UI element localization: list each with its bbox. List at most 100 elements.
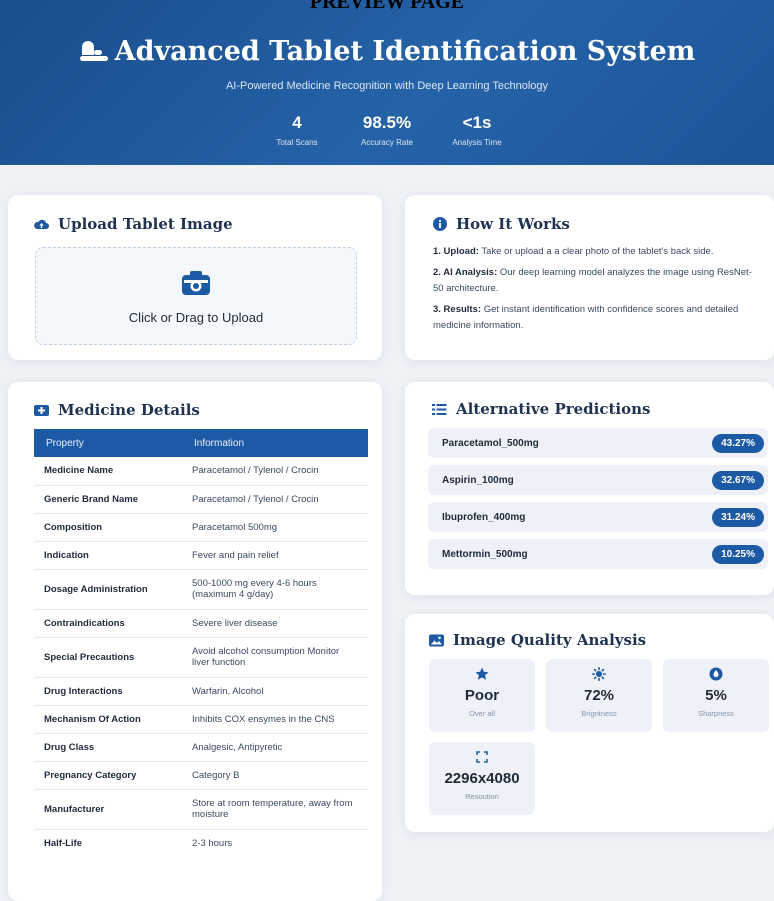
steps-list: 1. Upload: Take or upload a a clear phot…	[433, 244, 761, 339]
property-cell: Generic Brand Name	[34, 485, 182, 514]
expand-icon	[476, 751, 488, 763]
details-table: Property Information Medicine Name Parace…	[34, 429, 368, 857]
app-title: Advanced Tablet Identification System	[0, 36, 774, 67]
quality-label: Brigntness	[581, 709, 617, 718]
info-cell: Category B	[182, 761, 368, 790]
prediction-name: Ibuprofen_400mg	[442, 511, 526, 523]
table-header-row: Property Information	[34, 429, 368, 457]
quality-value: 5%	[705, 687, 727, 704]
step-upload: 1. Upload: Take or upload a a clear phot…	[433, 244, 761, 260]
stat-accuracy-rate: 98.5% Accuracy Rate	[359, 113, 415, 147]
table-row: Half-Life 2-3 hours	[34, 829, 368, 857]
star-icon	[475, 667, 489, 680]
pills-icon	[79, 40, 108, 61]
step-text: Take or upload a a clear photo of the ta…	[481, 246, 714, 257]
property-cell: Composition	[34, 513, 182, 542]
step-label: 1. Upload:	[433, 246, 479, 257]
quality-tile-sharpness: 5% Sharpness	[663, 659, 769, 732]
preview-label: PREVIEW PAGE	[309, 0, 465, 13]
quality-icon-wrap	[429, 750, 535, 764]
details-card-title: Medicine Details	[34, 401, 200, 419]
info-cell: Paracetamol / Tylenol / Crocin	[182, 485, 368, 514]
quality-tile-resolution: 2296x4080 Resoution	[429, 742, 535, 815]
info-cell: Severe liver disease	[182, 609, 368, 638]
property-cell: Indication	[34, 541, 182, 570]
quality-label: Sharpness	[698, 709, 734, 718]
table-row: Dosage Administration 500-1000 mg every 4…	[34, 569, 368, 610]
hero-header: Advanced Tablet Identification System AI…	[0, 0, 774, 165]
app-title-text: Advanced Tablet Identification System	[114, 36, 696, 67]
stat-total-scans: 4 Total Scans	[269, 113, 325, 147]
property-cell: Half-Life	[44, 837, 82, 849]
predictions-list: Paracetamol_500mg 43.27% Aspirin_100mg 3…	[428, 428, 768, 576]
info-cell: Paracetamol / Tylenol / Crocin	[182, 457, 368, 486]
quality-card-title: Image Quality Analysis	[429, 631, 646, 649]
table-row: Pregnancy Category Category B	[34, 761, 368, 790]
upload-prompt: Click or Drag to Upload	[128, 310, 264, 325]
confidence-badge: 43.27%	[712, 433, 764, 453]
stat-value: 4	[292, 113, 302, 132]
list-icon	[432, 403, 447, 415]
list-item[interactable]: Ibuprofen_400mg 31.24%	[428, 502, 768, 532]
column-header: Information	[182, 429, 368, 457]
property-cell: Drug Class	[34, 733, 182, 762]
quality-value: Poor	[464, 687, 500, 704]
prediction-name: Aspirin_100mg	[442, 474, 514, 486]
info-cell: Store at room temperature, away from moi…	[182, 789, 368, 830]
info-cell: Paracetamol 500mg	[182, 513, 368, 542]
stat-analysis-time: <1s Analysis Time	[449, 113, 505, 147]
property-cell: Dosage Administration	[34, 569, 182, 610]
step-ai-analysis: 2. AI Analysis: Our deep learning model …	[433, 265, 761, 297]
how-card-title: How It Works	[433, 215, 570, 233]
table-row: Medicine Name Paracetamol / Tylenol / Cro…	[34, 457, 368, 486]
camera-icon	[182, 271, 210, 295]
details-title-text: Medicine Details	[58, 401, 200, 419]
table-row: Drug Interactions Warfarin, Alcohol	[34, 677, 368, 706]
stat-value: 98.5%	[362, 113, 412, 132]
quality-value: 2296x4080	[444, 770, 520, 787]
alt-card-title: Alternative Predictions	[432, 400, 650, 418]
alternative-predictions-card: Alternative Predictions Paracetamol_500m…	[405, 382, 774, 595]
property-cell: Medicine Name	[34, 457, 182, 486]
quality-icon-wrap	[663, 667, 769, 681]
list-item[interactable]: Paracetamol_500mg 43.27%	[428, 428, 768, 458]
info-cell: 500-1000 mg every 4-6 hours (maximum 4 g…	[182, 569, 368, 610]
table-row: Indication Fever and pain relief	[34, 541, 368, 570]
stat-label: Analysis Time	[452, 138, 502, 147]
info-cell: 2-3 hours	[192, 837, 233, 849]
property-cell: Manufacturer	[34, 789, 182, 830]
info-circle-icon	[433, 217, 447, 231]
stats-row: 4 Total Scans 98.5% Accuracy Rate <1s An…	[0, 113, 774, 147]
quality-tile-brightness: 72% Brigntness	[546, 659, 652, 732]
quality-icon-wrap	[546, 667, 652, 681]
info-cell: Fever and pain relief	[182, 541, 368, 570]
info-cell: Analgesic, Antipyretic	[182, 733, 368, 762]
property-cell: Pregnancy Category	[34, 761, 182, 790]
step-label: 2. AI Analysis:	[433, 267, 498, 278]
prediction-name: Paracetamol_500mg	[442, 437, 539, 449]
step-label: 3. Results:	[433, 304, 482, 315]
list-item[interactable]: Mettormin_500mg 10.25%	[428, 539, 768, 569]
table-row: Generic Brand Name Paracetamol / Tylenol …	[34, 485, 368, 514]
property-cell: Drug Interactions	[34, 677, 182, 706]
how-it-works-card: How It Works 1. Upload: Take or upload a…	[405, 195, 774, 360]
medical-card-icon	[34, 404, 49, 416]
image-quality-card: Image Quality Analysis Poor Over all 72%…	[405, 614, 774, 832]
table-row: Composition Paracetamol 500mg	[34, 513, 368, 542]
upload-card: Upload Tablet Image Click or Drag to Upl…	[8, 195, 382, 360]
list-item[interactable]: Aspirin_100mg 32.67%	[428, 465, 768, 495]
table-row: Contraindications Severe liver disease	[34, 609, 368, 638]
confidence-badge: 10.25%	[712, 544, 764, 564]
info-cell: Avoid alcohol consumption Monitor liver …	[182, 637, 368, 678]
info-cell: Inhibits COX ensymes in the CNS	[182, 705, 368, 734]
confidence-badge: 32.67%	[712, 470, 764, 490]
column-header: Property	[34, 429, 182, 457]
quality-label: Over all	[469, 709, 495, 718]
table-row: Manufacturer Store at room temperature, a…	[34, 789, 368, 830]
quality-label: Resoution	[465, 792, 499, 801]
confidence-badge: 31.24%	[712, 507, 764, 527]
table-row: Drug Class Analgesic, Antipyretic	[34, 733, 368, 762]
alt-title-text: Alternative Predictions	[456, 400, 651, 418]
upload-dropzone[interactable]: Click or Drag to Upload	[35, 247, 357, 345]
prediction-name: Mettormin_500mg	[442, 548, 528, 560]
